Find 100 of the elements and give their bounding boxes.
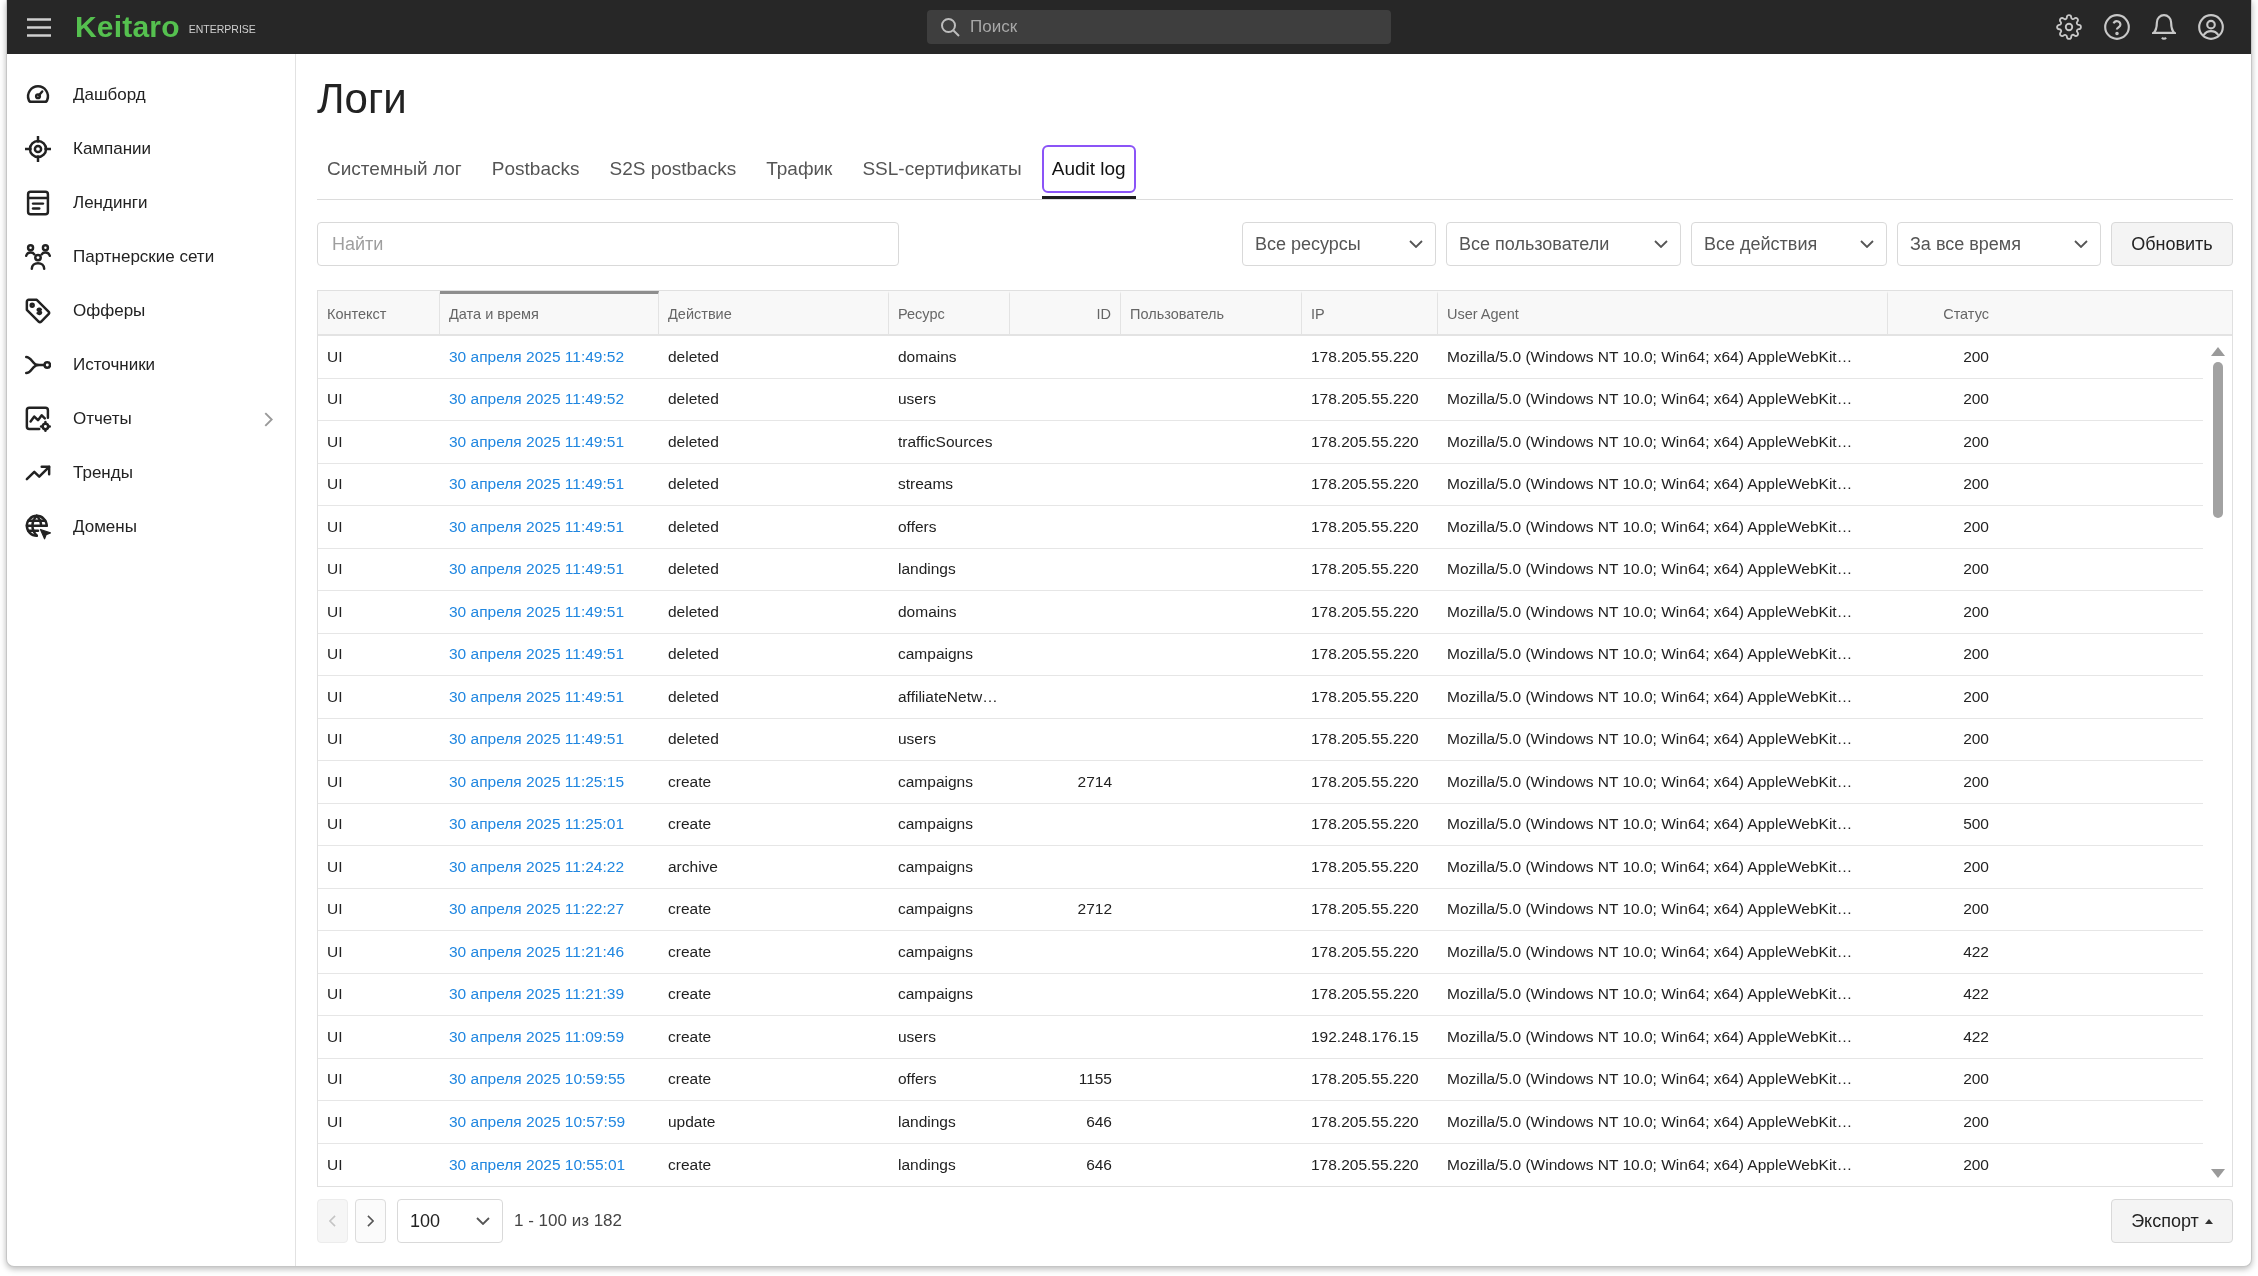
- date-link[interactable]: 30 апреля 2025 11:24:22: [449, 857, 624, 876]
- table-cell: 178.205.55.220: [1311, 857, 1419, 876]
- table-cell: Mozilla/5.0 (Windows NT 10.0; Win64; x64) AppleWebKit…: [1447, 1155, 1853, 1174]
- table-cell: UI: [327, 772, 343, 791]
- date-link[interactable]: 30 апреля 2025 11:49:52: [449, 390, 624, 409]
- people-icon: [25, 244, 51, 270]
- scrollbar-thumb[interactable]: [2212, 362, 2223, 518]
- table-cell: 178.205.55.220: [1311, 347, 1419, 366]
- column-header[interactable]: Пользователь: [1121, 291, 1302, 334]
- brand-logo[interactable]: Keitaro: [75, 10, 180, 44]
- date-link[interactable]: 30 апреля 2025 11:25:01: [449, 815, 624, 834]
- sidebar-item[interactable]: Дашборд: [7, 68, 295, 122]
- table-cell: Mozilla/5.0 (Windows NT 10.0; Win64; x64) AppleWebKit…: [1447, 942, 1853, 961]
- table-cell: Mozilla/5.0 (Windows NT 10.0; Win64; x64) AppleWebKit…: [1447, 560, 1853, 579]
- table-cell: deleted: [668, 347, 719, 366]
- date-link[interactable]: 30 апреля 2025 11:21:39: [449, 985, 624, 1004]
- date-link[interactable]: 30 апреля 2025 11:49:51: [449, 645, 624, 664]
- sidebar-item[interactable]: Тренды: [7, 446, 295, 500]
- sidebar-item[interactable]: Отчеты: [7, 392, 295, 446]
- date-link[interactable]: 30 апреля 2025 11:49:51: [449, 432, 624, 451]
- table-cell: UI: [327, 475, 343, 494]
- table-cell: 178.205.55.220: [1311, 730, 1419, 749]
- table-cell: deleted: [668, 390, 719, 409]
- column-header[interactable]: Дата и время: [440, 291, 659, 334]
- table-cell: UI: [327, 815, 343, 834]
- scroll-down-icon[interactable]: [2210, 1169, 2225, 1178]
- date-link[interactable]: 30 апреля 2025 11:21:46: [449, 942, 624, 961]
- column-header[interactable]: Контекст: [318, 291, 440, 334]
- filter-dropdown[interactable]: Все пользователи: [1446, 222, 1681, 266]
- table-cell: UI: [327, 432, 343, 451]
- table-cell: deleted: [668, 475, 719, 494]
- tab[interactable]: SSL-сертификаты: [852, 145, 1032, 199]
- filter-dropdown[interactable]: Все действия: [1691, 222, 1887, 266]
- settings-icon[interactable]: [2056, 14, 2082, 40]
- chevron-down-icon: [1860, 240, 1874, 248]
- date-link[interactable]: 30 апреля 2025 10:59:55: [449, 1070, 626, 1089]
- date-link[interactable]: 30 апреля 2025 11:09:59: [449, 1027, 624, 1046]
- date-link[interactable]: 30 апреля 2025 11:49:51: [449, 730, 624, 749]
- table-cell: Mozilla/5.0 (Windows NT 10.0; Win64; x64) AppleWebKit…: [1447, 602, 1853, 621]
- table-cell: UI: [327, 645, 343, 664]
- table-cell: UI: [327, 730, 343, 749]
- page-size-dropdown[interactable]: 100: [397, 1199, 503, 1243]
- sidebar-item[interactable]: Лендинги: [7, 176, 295, 230]
- table-cell: 646: [1086, 1112, 1112, 1131]
- scroll-up-icon[interactable]: [2210, 347, 2225, 356]
- table-cell: 178.205.55.220: [1311, 390, 1419, 409]
- column-header[interactable]: Действие: [659, 291, 889, 334]
- help-icon[interactable]: [2104, 14, 2130, 40]
- table-cell: 200: [1963, 1070, 1989, 1089]
- table-cell: Mozilla/5.0 (Windows NT 10.0; Win64; x64) AppleWebKit…: [1447, 1027, 1853, 1046]
- table-cell: 178.205.55.220: [1311, 1070, 1419, 1089]
- sidebar-item[interactable]: Офферы: [7, 284, 295, 338]
- date-link[interactable]: 30 апреля 2025 10:57:59: [449, 1112, 626, 1131]
- date-link[interactable]: 30 апреля 2025 11:49:51: [449, 687, 624, 706]
- table-cell: 178.205.55.220: [1311, 560, 1419, 579]
- table-cell: Mozilla/5.0 (Windows NT 10.0; Win64; x64) AppleWebKit…: [1447, 517, 1853, 536]
- table-cell: 200: [1963, 857, 1989, 876]
- refresh-button[interactable]: Обновить: [2111, 222, 2233, 266]
- column-header[interactable]: User Agent: [1438, 291, 1888, 334]
- date-link[interactable]: 30 апреля 2025 11:25:15: [449, 772, 624, 791]
- table-cell: UI: [327, 517, 343, 536]
- date-link[interactable]: 30 апреля 2025 10:55:01: [449, 1155, 626, 1174]
- date-link[interactable]: 30 апреля 2025 11:22:27: [449, 900, 624, 919]
- table-cell: Mozilla/5.0 (Windows NT 10.0; Win64; x64) AppleWebKit…: [1447, 645, 1853, 664]
- date-link[interactable]: 30 апреля 2025 11:49:51: [449, 475, 624, 494]
- search-field[interactable]: Поиск: [927, 10, 1391, 44]
- table-cell: users: [898, 390, 936, 409]
- date-link[interactable]: 30 апреля 2025 11:49:51: [449, 560, 624, 579]
- search-field[interactable]: Найти: [317, 222, 899, 266]
- sidebar-item[interactable]: Источники: [7, 338, 295, 392]
- chevron-down-icon: [1654, 240, 1668, 248]
- sidebar-item[interactable]: Кампании: [7, 122, 295, 176]
- filter-dropdown[interactable]: За все время: [1897, 222, 2101, 266]
- tab[interactable]: Системный лог: [317, 145, 472, 199]
- column-header[interactable]: IP: [1302, 291, 1438, 334]
- filter-dropdown[interactable]: Все ресурсы: [1242, 222, 1436, 266]
- tab[interactable]: Трафик: [756, 145, 843, 199]
- account-icon[interactable]: [2198, 14, 2224, 40]
- table-cell: 200: [1963, 645, 1989, 664]
- target-icon: [25, 136, 51, 162]
- tab[interactable]: S2S postbacks: [599, 145, 747, 199]
- date-link[interactable]: 30 апреля 2025 11:49:52: [449, 347, 624, 366]
- bell-icon[interactable]: [2152, 14, 2176, 40]
- table-cell: 2712: [1077, 900, 1112, 919]
- export-button[interactable]: Экспорт: [2111, 1199, 2233, 1243]
- page-title: Логи: [317, 74, 407, 124]
- date-link[interactable]: 30 апреля 2025 11:49:51: [449, 602, 624, 621]
- tab[interactable]: Postbacks: [481, 145, 590, 199]
- table-cell: domains: [898, 347, 957, 366]
- sidebar-item[interactable]: Партнерские сети: [7, 230, 295, 284]
- table-cell: 200: [1963, 730, 1989, 749]
- table-cell: campaigns: [898, 857, 973, 876]
- document-icon: [25, 190, 51, 216]
- sidebar-item[interactable]: Домены: [7, 500, 295, 554]
- column-header[interactable]: ID: [1010, 291, 1121, 334]
- column-header[interactable]: Ресурс: [889, 291, 1010, 334]
- column-header[interactable]: Статус: [1888, 291, 1998, 334]
- menu-icon[interactable]: [27, 17, 51, 37]
- date-link[interactable]: 30 апреля 2025 11:49:51: [449, 517, 624, 536]
- table-cell: UI: [327, 602, 343, 621]
